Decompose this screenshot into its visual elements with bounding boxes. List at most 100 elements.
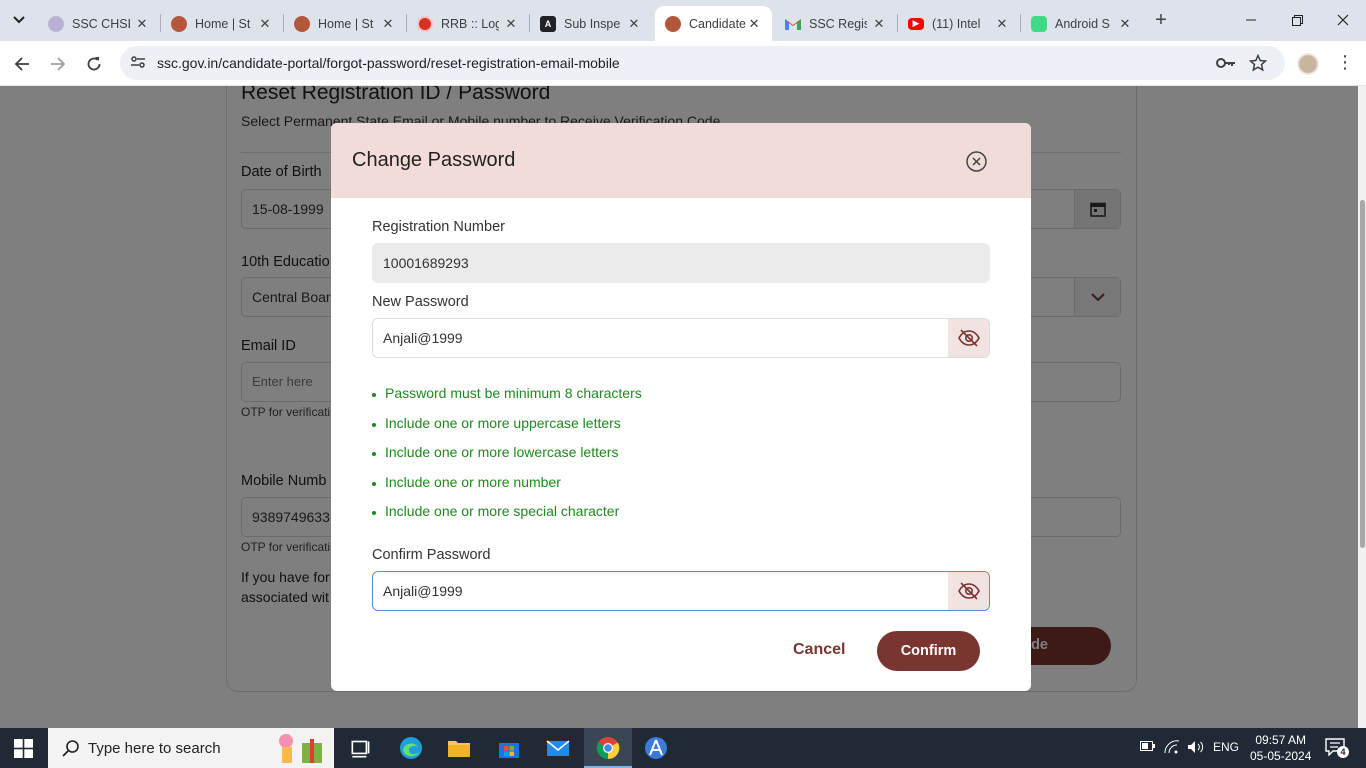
back-button[interactable] xyxy=(8,50,36,78)
close-icon[interactable]: ✕ xyxy=(871,16,887,32)
modal-title: Change Password xyxy=(352,149,516,171)
battery-icon[interactable] xyxy=(1140,740,1156,752)
tab-title: SSC CHSL xyxy=(72,16,130,31)
tab-home-1[interactable]: Home | St ✕ xyxy=(161,6,283,41)
tab-rrb[interactable]: RRB :: Log ✕ xyxy=(407,6,529,41)
new-password-value: Anjali@1999 xyxy=(383,330,463,346)
search-icon xyxy=(62,740,79,757)
minimize-button[interactable] xyxy=(1236,8,1266,32)
taskbar-search-box[interactable]: Type here to search xyxy=(48,728,334,768)
search-placeholder: Type here to search xyxy=(88,739,221,757)
file-explorer-icon[interactable] xyxy=(446,735,472,761)
tab-home-2[interactable]: Home | St ✕ xyxy=(284,6,406,41)
search-highlight-icon xyxy=(279,734,322,763)
password-rule: Include one or more special character xyxy=(372,503,642,533)
key-icon[interactable] xyxy=(1216,54,1236,72)
arrow-left-icon xyxy=(14,57,29,71)
language-indicator[interactable]: ENG xyxy=(1213,740,1239,754)
reload-button[interactable] xyxy=(80,50,108,78)
tab-title: Home | St xyxy=(318,16,374,31)
tab-sub-inspector[interactable]: A Sub Inspe ✕ xyxy=(530,6,652,41)
close-icon[interactable]: ✕ xyxy=(134,16,150,32)
scrollbar-thumb[interactable] xyxy=(1360,200,1365,548)
registration-number-field: 10001689293 xyxy=(372,243,990,283)
tab-gmail[interactable]: SSC Regis ✕ xyxy=(775,6,897,41)
url-text: ssc.gov.in/candidate-portal/forgot-passw… xyxy=(157,55,620,71)
close-icon[interactable]: ✕ xyxy=(994,16,1010,32)
registration-number-label: Registration Number xyxy=(372,219,505,235)
close-icon[interactable]: ✕ xyxy=(380,16,396,32)
windows-start-icon[interactable] xyxy=(14,739,33,758)
minimize-icon xyxy=(1246,19,1256,21)
volume-icon[interactable] xyxy=(1187,740,1205,754)
wifi-icon[interactable] xyxy=(1164,740,1180,754)
edge-icon[interactable] xyxy=(398,735,424,761)
star-icon[interactable] xyxy=(1249,54,1267,72)
toggle-confirm-visibility-button[interactable] xyxy=(948,572,989,610)
youtube-icon: ▶ xyxy=(908,17,924,30)
tab-android[interactable]: Android S ✕ xyxy=(1021,6,1143,41)
notification-count: 4 xyxy=(1337,746,1349,758)
change-password-modal: Change Password Registration Number 1000… xyxy=(331,123,1031,691)
window-close-button[interactable] xyxy=(1328,8,1358,32)
new-password-input[interactable]: Anjali@1999 xyxy=(372,318,990,358)
tab-title: (11) Intel xyxy=(932,16,981,31)
mail-icon[interactable] xyxy=(545,735,571,761)
chrome-icon[interactable] xyxy=(595,735,621,761)
modal-header: Change Password xyxy=(331,123,1031,198)
new-password-label: New Password xyxy=(372,294,469,310)
profile-avatar[interactable] xyxy=(1297,53,1319,75)
tab-candidate[interactable]: Candidate ✕ xyxy=(655,6,772,41)
tab-title: Sub Inspe xyxy=(564,16,621,31)
tab-title: Candidate xyxy=(689,16,746,31)
tab-title: RRB :: Log xyxy=(441,16,499,31)
angular-logo-icon: A xyxy=(540,15,556,32)
microsoft-store-icon[interactable] xyxy=(496,735,522,761)
confirm-password-input[interactable]: Anjali@1999 xyxy=(372,571,990,611)
cancel-button[interactable]: Cancel xyxy=(793,641,845,659)
restore-icon xyxy=(1291,14,1303,26)
ssc-logo-icon xyxy=(48,15,64,32)
close-icon[interactable]: ✕ xyxy=(746,16,762,32)
clock-time: 09:57 AM xyxy=(1255,733,1307,747)
tab-title: SSC Regis xyxy=(809,16,867,31)
close-icon[interactable]: ✕ xyxy=(626,16,642,32)
eye-off-icon xyxy=(957,582,980,600)
confirm-password-label: Confirm Password xyxy=(372,547,491,563)
chevron-down-icon xyxy=(13,16,25,24)
tab-title: Android S xyxy=(1055,16,1110,31)
password-rule: Include one or more number xyxy=(372,474,642,504)
system-clock[interactable]: 09:57 AM 05-05-2024 xyxy=(1250,732,1311,764)
close-icon[interactable]: ✕ xyxy=(503,16,519,32)
close-icon xyxy=(1337,14,1349,26)
emblem-icon xyxy=(294,15,310,32)
address-bar[interactable]: ssc.gov.in/candidate-portal/forgot-passw… xyxy=(120,46,1285,80)
notification-center-button[interactable]: 4 xyxy=(1325,738,1349,758)
emblem-icon xyxy=(171,15,187,32)
password-rule: Include one or more lowercase letters xyxy=(372,444,642,474)
tab-youtube[interactable]: ▶ (11) Intel ✕ xyxy=(898,6,1020,41)
close-icon[interactable]: ✕ xyxy=(1117,16,1133,32)
menu-icon[interactable]: ⋮ xyxy=(1336,52,1354,73)
tab-title: Home | St xyxy=(195,16,251,31)
tab-ssc-chsl[interactable]: SSC CHSL ✕ xyxy=(38,6,160,41)
close-icon[interactable]: ✕ xyxy=(257,16,273,32)
registration-number-value: 10001689293 xyxy=(383,255,469,271)
confirm-button[interactable]: Confirm xyxy=(877,631,980,671)
new-tab-button[interactable]: + xyxy=(1150,9,1172,32)
confirm-password-value: Anjali@1999 xyxy=(383,583,463,599)
site-info-icon[interactable] xyxy=(130,54,146,70)
reload-icon xyxy=(87,57,101,71)
tab-search-button[interactable] xyxy=(6,8,32,32)
toggle-password-visibility-button[interactable] xyxy=(948,319,989,357)
task-view-icon[interactable] xyxy=(348,735,374,761)
close-circle-icon[interactable] xyxy=(965,150,988,173)
android-icon xyxy=(1031,15,1047,32)
windows-taskbar: Type here to search ENG 09:57 AM 05-05-2… xyxy=(0,728,1366,768)
clock-date: 05-05-2024 xyxy=(1250,749,1312,763)
arrow-right-icon xyxy=(51,57,66,71)
forward-button[interactable] xyxy=(44,50,72,78)
restore-button[interactable] xyxy=(1282,8,1312,32)
android-studio-icon[interactable] xyxy=(643,735,669,761)
emblem-icon xyxy=(665,15,681,32)
